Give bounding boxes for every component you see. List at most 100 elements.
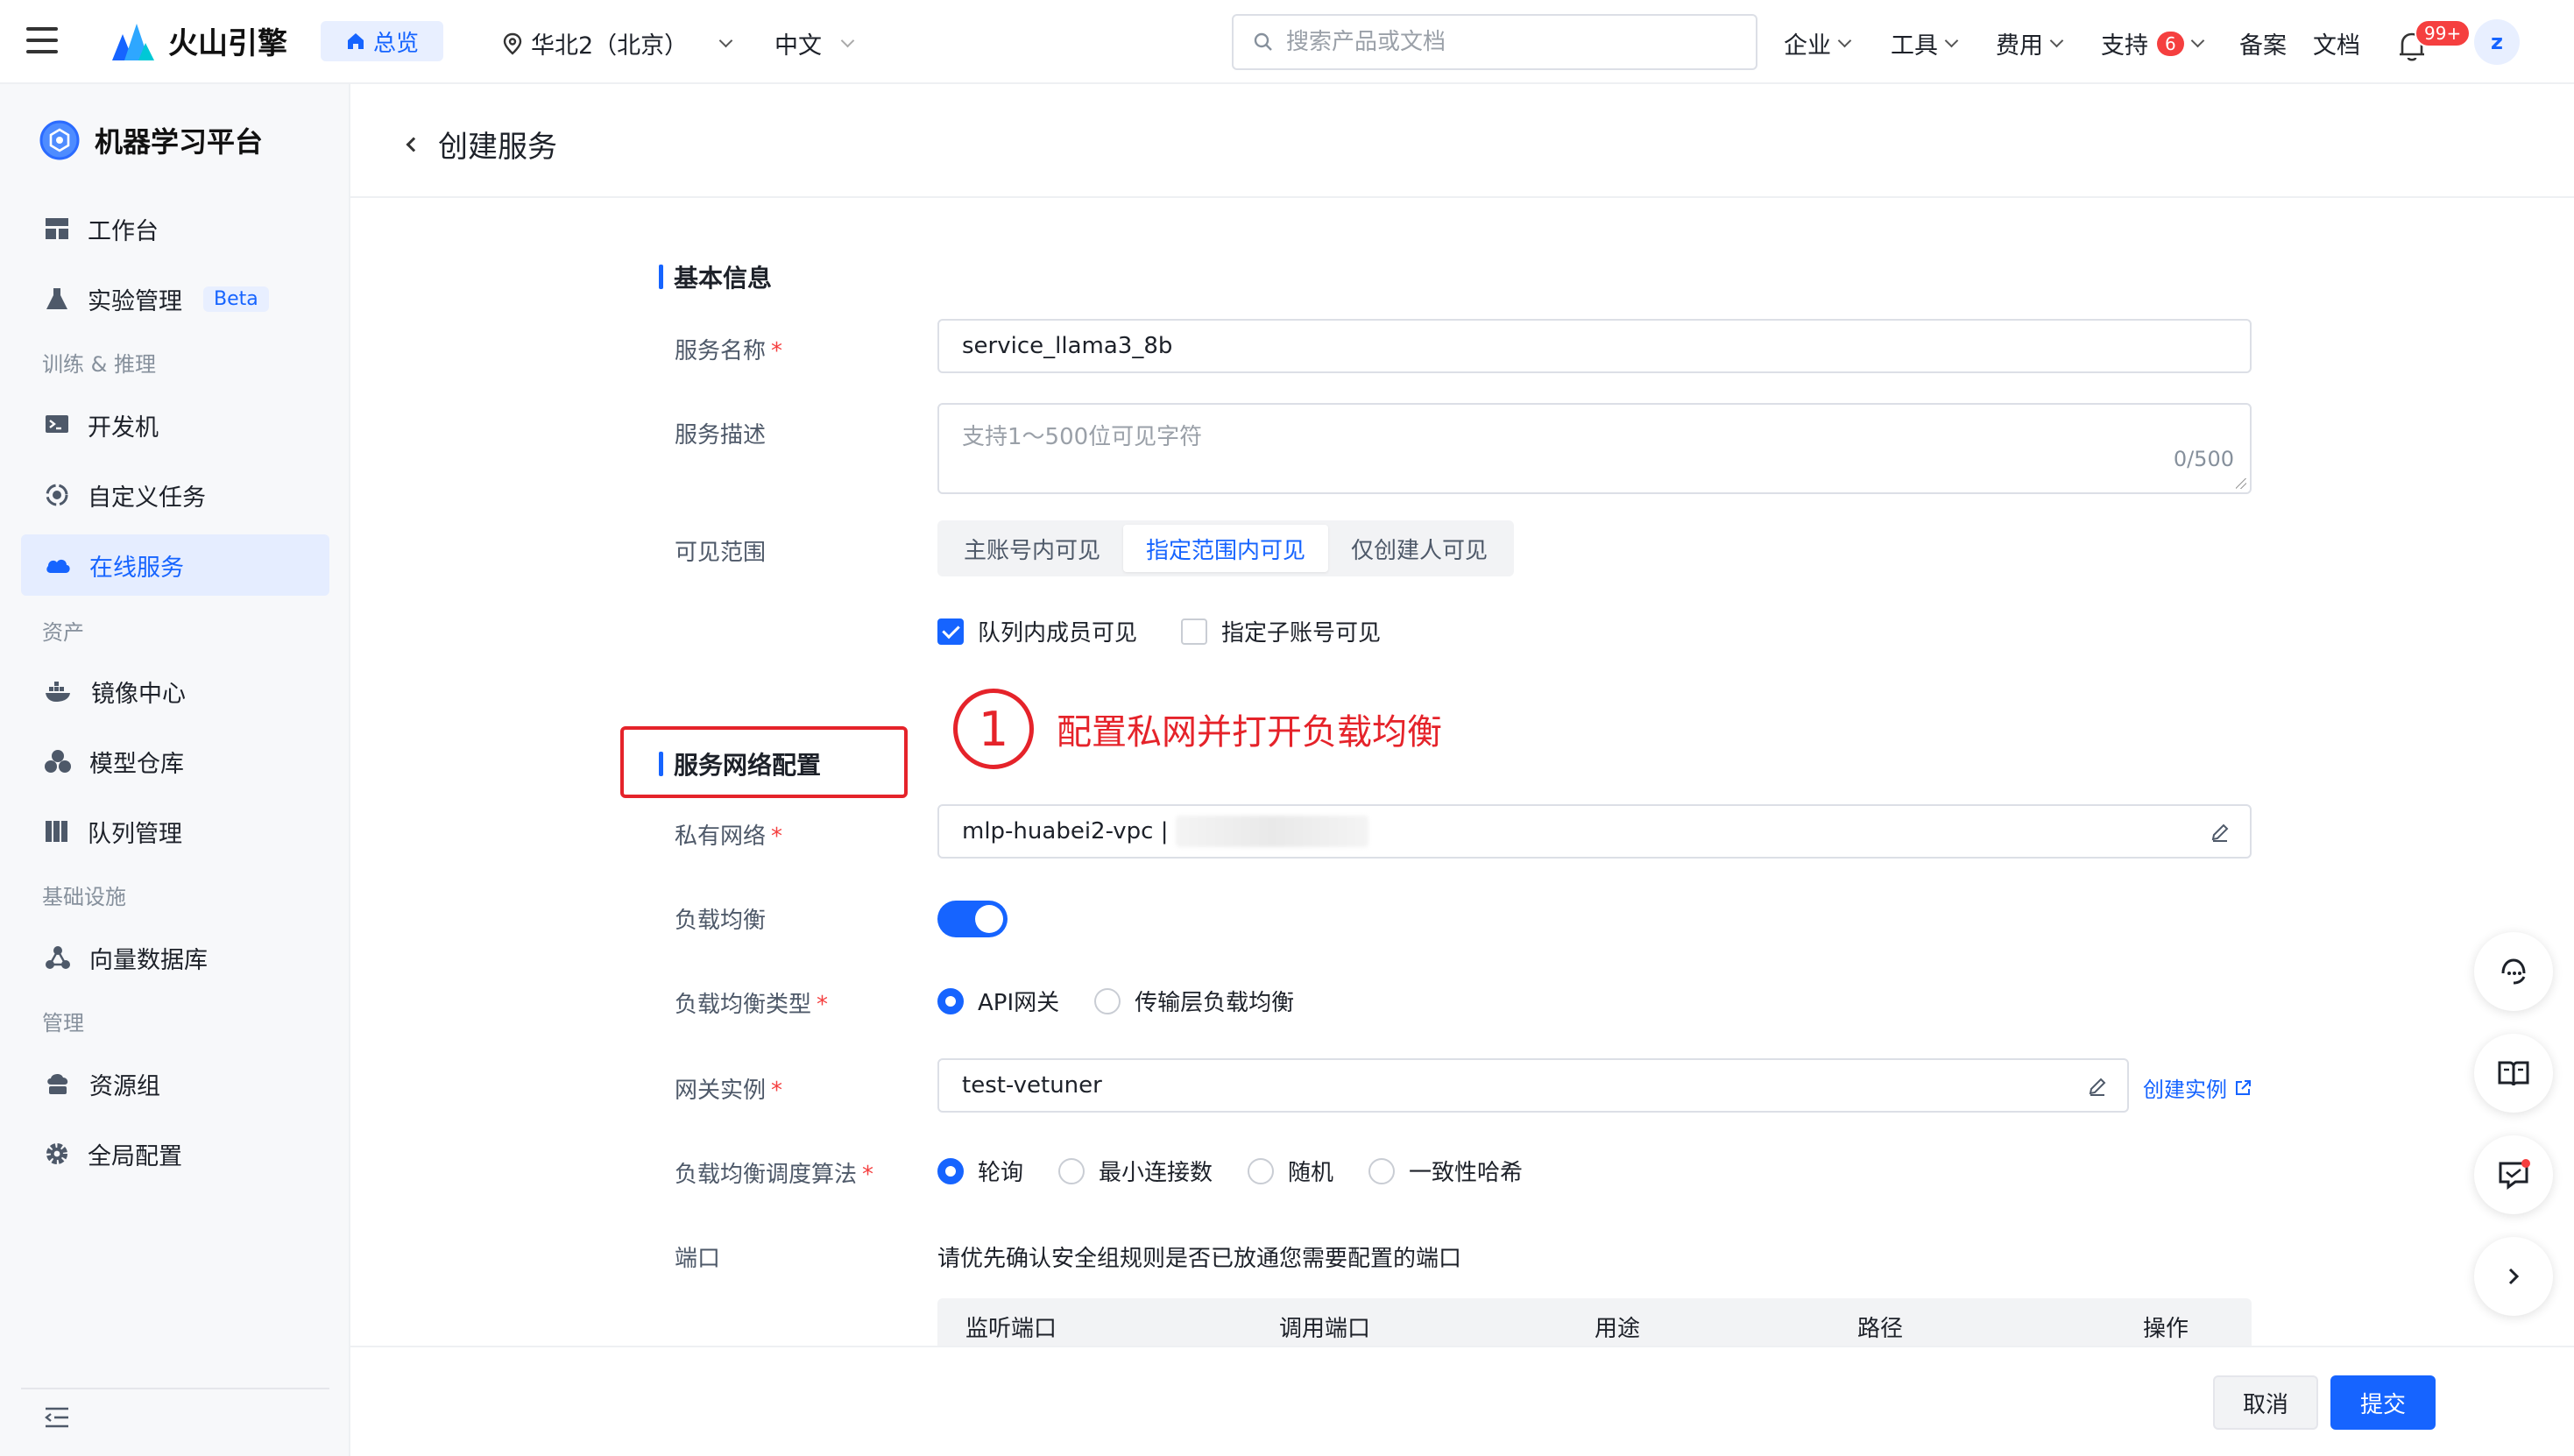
sidebar-item-custom-tasks[interactable]: 自定义任务 <box>21 464 329 526</box>
nav-support[interactable]: 支持 6 <box>2101 26 2205 60</box>
algo-random[interactable]: 随机 <box>1248 1155 1333 1187</box>
sidebar-item-devmachine[interactable]: 开发机 <box>21 394 329 456</box>
visibility-segmented-control: 主账号内可见 指定范围内可见 仅创建人可见 <box>937 520 1515 576</box>
sidebar-item-global-config[interactable]: 全局配置 <box>21 1123 329 1184</box>
sidebar-item-experiments[interactable]: 实验管理 Beta <box>21 268 329 329</box>
annotation-text: 配置私网并打开负载均衡 <box>1057 712 1442 753</box>
sidebar-item-label: 向量数据库 <box>89 946 208 974</box>
overview-button[interactable]: 总览 <box>321 21 443 61</box>
step-number: 1 <box>953 689 1034 769</box>
edit-icon[interactable] <box>2210 822 2231 843</box>
nav-tools[interactable]: 工具 <box>1891 26 1959 60</box>
port-table-header: 监听端口 调用端口 用途 路径 操作 <box>937 1298 2252 1351</box>
lb-type-transport-layer[interactable]: 传输层负载均衡 <box>1094 985 1294 1017</box>
nav-filing[interactable]: 备案 <box>2239 26 2287 60</box>
logo[interactable]: 火山引擎 <box>109 19 287 62</box>
nav-filing-label: 备案 <box>2239 32 2287 60</box>
page-title: 创建服务 <box>438 130 557 165</box>
avatar[interactable]: z <box>2474 19 2520 65</box>
search-input[interactable] <box>1286 29 1707 55</box>
nav-tools-label: 工具 <box>1891 32 1938 60</box>
service-desc-textarea[interactable]: 支持1～500位可见字符 0/500 <box>937 403 2252 494</box>
radio-label: 最小连接数 <box>1099 1160 1213 1186</box>
column-header-actions: 操作 <box>2143 1316 2189 1342</box>
sidebar-item-workbench[interactable]: 工作台 <box>21 198 329 259</box>
edit-icon[interactable] <box>2087 1076 2108 1097</box>
language-selector[interactable]: 中文 <box>774 26 855 60</box>
sub-accounts-checkbox[interactable]: 指定子账号可见 <box>1181 615 1381 647</box>
service-desc-label: 服务描述 <box>675 422 767 449</box>
queue-members-checkbox[interactable]: 队列内成员可见 <box>937 615 1137 647</box>
radio-unselected[interactable] <box>1368 1157 1396 1184</box>
docs-book-button[interactable] <box>2474 1034 2553 1113</box>
nav-billing[interactable]: 费用 <box>1996 26 2064 60</box>
vpc-label: 私有网络 * <box>675 823 783 850</box>
radio-label: 一致性哈希 <box>1409 1160 1524 1186</box>
back-button[interactable]: 创建服务 <box>406 123 557 166</box>
load-balancer-toggle[interactable] <box>937 901 1008 937</box>
radio-unselected[interactable] <box>1248 1157 1275 1184</box>
radio-unselected[interactable] <box>1058 1157 1085 1184</box>
checkbox-checked[interactable] <box>937 618 964 645</box>
radio-unselected[interactable] <box>1094 987 1121 1014</box>
region-selector[interactable]: 华北2（北京） <box>503 26 733 60</box>
annotation-highlight-box <box>620 726 908 798</box>
section-basic-info: 基本信息 <box>659 259 772 294</box>
overview-label: 总览 <box>372 30 419 57</box>
sidebar-item-label: 开发机 <box>88 413 159 442</box>
collapse-sidebar-button[interactable] <box>44 1405 70 1433</box>
resize-handle[interactable] <box>2236 478 2246 489</box>
sidebar-item-label: 自定义任务 <box>88 484 206 512</box>
nav-docs[interactable]: 文档 <box>2313 26 2360 60</box>
algo-round-robin[interactable]: 轮询 <box>937 1155 1023 1187</box>
radio-selected[interactable] <box>937 987 964 1014</box>
visibility-option-specified-scope[interactable]: 指定范围内可见 <box>1123 525 1329 572</box>
cancel-button[interactable]: 取消 <box>2213 1375 2318 1430</box>
chevron-down-icon <box>1944 33 1959 48</box>
visibility-option-creator-only[interactable]: 仅创建人可见 <box>1328 525 1510 572</box>
sidebar-item-image-center[interactable]: 镜像中心 <box>21 661 329 722</box>
create-instance-link[interactable]: 创建实例 <box>2143 1072 2252 1103</box>
service-name-value: service_llama3_8b <box>962 333 1173 359</box>
checkbox-label: 队列内成员可见 <box>978 620 1138 647</box>
sidebar-item-vector-db[interactable]: 向量数据库 <box>21 927 329 988</box>
headset-icon <box>2501 958 2526 985</box>
notification-button[interactable]: 99+ <box>2397 19 2471 68</box>
feedback-message-icon <box>2499 1159 2530 1190</box>
sidebar-item-queue-mgmt[interactable]: 队列管理 <box>21 801 329 862</box>
lb-type-api-gateway[interactable]: API网关 <box>937 985 1059 1017</box>
menu-icon[interactable] <box>26 27 58 55</box>
chevron-left-icon <box>406 137 421 152</box>
algo-least-connections[interactable]: 最小连接数 <box>1058 1155 1213 1187</box>
checkbox-unchecked[interactable] <box>1181 618 1207 645</box>
search-icon <box>1254 32 1272 51</box>
sidebar-item-label: 资源组 <box>89 1072 160 1100</box>
gateway-instance-input[interactable]: test-vetuner <box>937 1058 2129 1113</box>
service-name-input[interactable]: service_llama3_8b <box>937 319 2252 373</box>
global-search[interactable] <box>1232 14 1757 70</box>
flask-icon <box>46 288 67 309</box>
radio-selected[interactable] <box>937 1157 964 1184</box>
expand-panel-button[interactable] <box>2474 1237 2553 1316</box>
algo-consistent-hash[interactable]: 一致性哈希 <box>1368 1155 1523 1187</box>
nav-enterprise[interactable]: 企业 <box>1784 26 1852 60</box>
sidebar-item-model-repo[interactable]: 模型仓库 <box>21 731 329 792</box>
sidebar-item-online-service[interactable]: 在线服务 <box>21 534 329 596</box>
vpc-input[interactable]: mlp-huabei2-vpc | <box>937 804 2252 859</box>
sidebar-section-train: 训练 & 推理 <box>42 352 156 377</box>
nav-docs-label: 文档 <box>2313 32 2360 60</box>
vpc-value: mlp-huabei2-vpc | <box>962 818 1169 845</box>
page-header: 创建服务 <box>350 84 2574 198</box>
feedback-button[interactable] <box>2474 1135 2553 1214</box>
submit-button[interactable]: 提交 <box>2330 1375 2436 1430</box>
task-cycle-icon <box>46 484 68 506</box>
sidebar-item-label: 工作台 <box>88 217 159 245</box>
nav-support-label: 支持 <box>2101 32 2148 60</box>
sidebar: 机器学习平台 工作台 实验管理 Beta 训练 & 推理 开发机 自定义任务 在… <box>0 84 350 1456</box>
column-header-path: 路径 <box>1857 1316 1904 1342</box>
chevron-down-icon <box>718 33 733 48</box>
sidebar-item-resource-group[interactable]: 资源组 <box>21 1053 329 1114</box>
sidebar-item-label: 模型仓库 <box>89 750 184 778</box>
visibility-option-main-account[interactable]: 主账号内可见 <box>941 525 1123 572</box>
customer-service-button[interactable] <box>2474 932 2553 1011</box>
